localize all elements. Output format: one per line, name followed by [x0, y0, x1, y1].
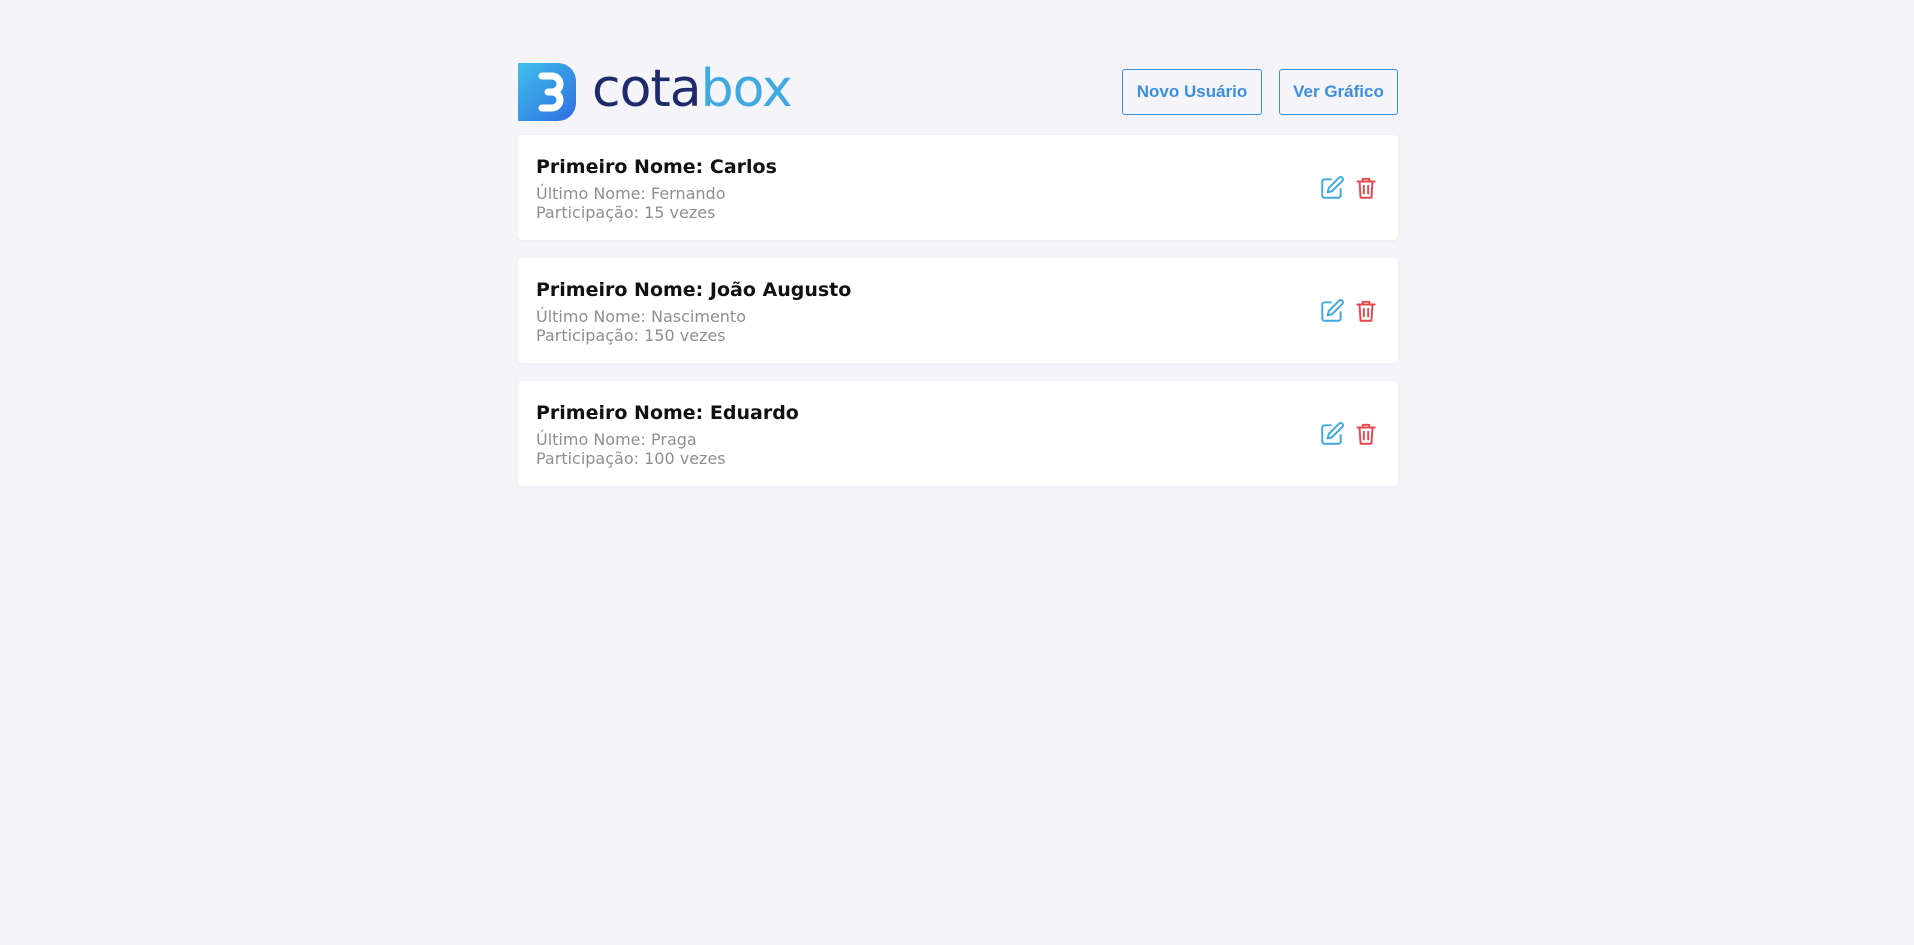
trash-icon[interactable]: [1352, 420, 1380, 448]
user-first-name: Primeiro Nome: Carlos: [536, 155, 777, 178]
user-list: Primeiro Nome: Carlos Último Nome: Ferna…: [518, 135, 1398, 486]
user-info: Primeiro Nome: João Augusto Último Nome:…: [536, 277, 851, 345]
user-participation: Participação: 100 vezes: [536, 448, 726, 468]
cotabox-wordmark: cotabox: [592, 63, 793, 115]
header-actions: Novo Usuário Ver Gráfico: [1122, 68, 1398, 115]
user-actions: [1318, 174, 1380, 202]
user-actions: [1318, 297, 1380, 325]
user-participation: Participação: 15 vezes: [536, 202, 716, 222]
new-user-button[interactable]: Novo Usuário: [1122, 68, 1262, 115]
user-first-name: Primeiro Nome: Eduardo: [536, 401, 799, 424]
user-info: Primeiro Nome: Carlos Último Nome: Ferna…: [536, 154, 777, 222]
user-card: Primeiro Nome: Eduardo Último Nome: Prag…: [518, 381, 1398, 486]
wordmark-part2: box: [700, 58, 793, 119]
cotabox-logo: cotabox: [518, 62, 793, 121]
header: cotabox Novo Usuário Ver Gráfico: [518, 62, 1398, 121]
trash-icon[interactable]: [1352, 297, 1380, 325]
view-chart-button[interactable]: Ver Gráfico: [1279, 68, 1398, 115]
user-last-name: Último Nome: Nascimento: [536, 306, 746, 326]
user-card: Primeiro Nome: Carlos Último Nome: Ferna…: [518, 135, 1398, 240]
user-actions: [1318, 420, 1380, 448]
user-last-name: Último Nome: Fernando: [536, 183, 726, 203]
user-last-name: Último Nome: Praga: [536, 429, 697, 449]
user-first-name: Primeiro Nome: João Augusto: [536, 278, 852, 301]
wordmark-part1: cota: [592, 58, 702, 119]
user-info: Primeiro Nome: Eduardo Último Nome: Prag…: [536, 400, 799, 468]
cotabox-logo-mark-icon: [518, 62, 576, 121]
user-card: Primeiro Nome: João Augusto Último Nome:…: [518, 258, 1398, 363]
trash-icon[interactable]: [1352, 174, 1380, 202]
edit-icon[interactable]: [1318, 297, 1346, 325]
edit-icon[interactable]: [1318, 174, 1346, 202]
main-container: cotabox Novo Usuário Ver Gráfico Primeir…: [518, 62, 1398, 504]
user-participation: Participação: 150 vezes: [536, 325, 726, 345]
edit-icon[interactable]: [1318, 420, 1346, 448]
